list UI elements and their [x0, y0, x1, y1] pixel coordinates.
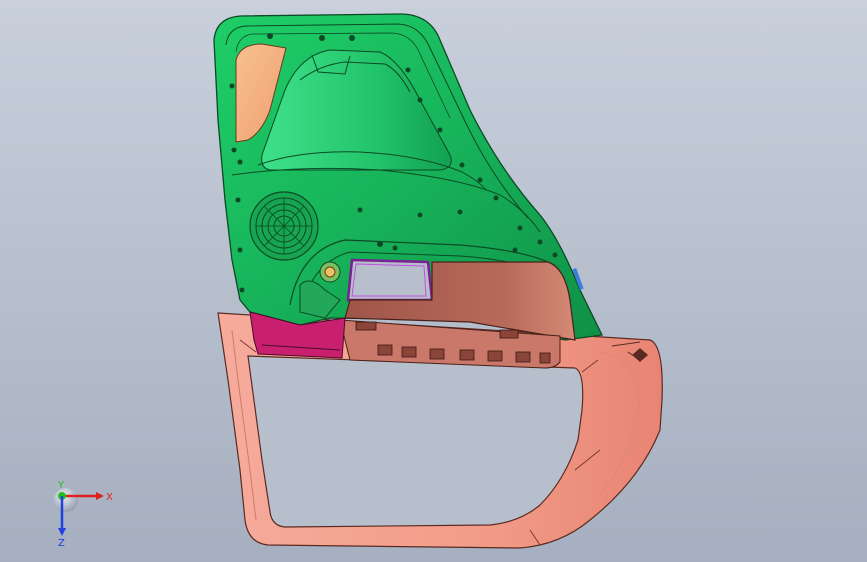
z-arrow-icon — [58, 528, 66, 536]
z-axis-label: Z — [58, 538, 65, 549]
y-axis-label: Y — [57, 480, 65, 491]
axis-triad: X Y Z — [54, 480, 113, 549]
door-panel-model[interactable] — [0, 0, 867, 562]
x-arrow-icon — [96, 492, 104, 500]
speaker-grille — [249, 191, 319, 261]
x-axis-label: X — [106, 492, 113, 503]
cad-viewport[interactable]: X Y Z — [0, 0, 867, 562]
